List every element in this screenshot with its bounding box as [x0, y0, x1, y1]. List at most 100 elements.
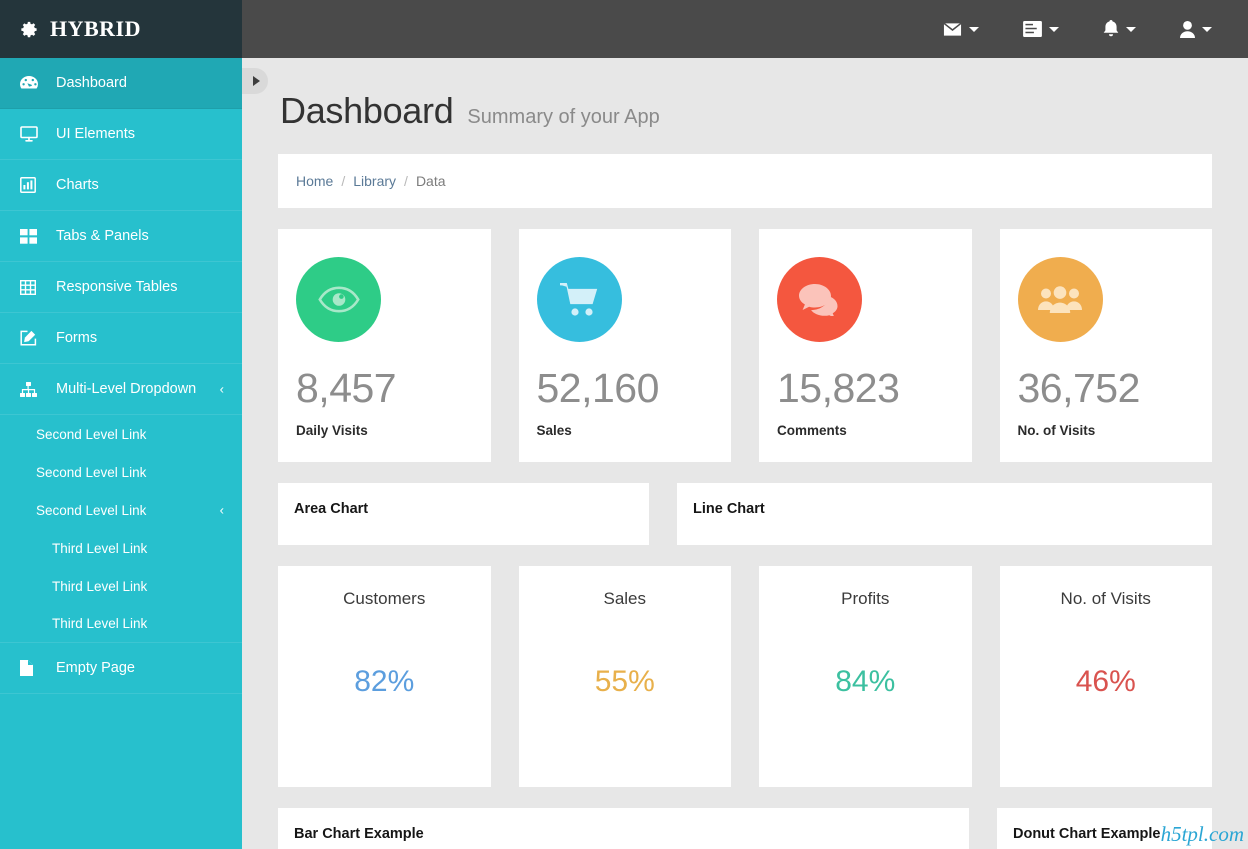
breadcrumb: Home / Library / Data	[278, 154, 1212, 208]
user-dropdown[interactable]	[1158, 0, 1234, 58]
info-box-value: 8,457	[296, 368, 473, 409]
chevron-left-icon: ‹	[220, 383, 224, 396]
sidebar-subitem-second-level-3[interactable]: Second Level Link ‹	[0, 491, 242, 529]
sidebar-subitem-second-level-2[interactable]: Second Level Link	[0, 453, 242, 491]
notifications-dropdown[interactable]	[1081, 0, 1158, 58]
edit-icon	[20, 330, 42, 346]
sidebar-item-dashboard[interactable]: Dashboard	[0, 58, 242, 109]
breadcrumb-library[interactable]: Library	[353, 173, 396, 189]
info-box-sales: 52,160 Sales	[519, 229, 732, 462]
chevron-down-icon	[969, 27, 979, 32]
percent-card-row: Customers 82% Sales 55% Profits 84% No. …	[278, 566, 1212, 787]
dashboard-page: HYBRID	[0, 0, 1248, 849]
sidebar-item-responsive-tables[interactable]: Responsive Tables	[0, 262, 242, 313]
sidebar-subitem-second-level-1[interactable]: Second Level Link	[0, 415, 242, 453]
percent-card-value: 84%	[759, 665, 972, 699]
sidebar-subitem-third-level-3[interactable]: Third Level Link	[0, 605, 242, 643]
users-icon	[1038, 286, 1082, 314]
chevron-right-icon	[253, 76, 260, 86]
sidebar-item-empty-page[interactable]: Empty Page	[0, 643, 242, 694]
gear-icon	[20, 20, 39, 39]
sidebar-item-label: Dashboard	[56, 76, 127, 91]
bottom-panel-row: Bar Chart Example Donut Chart Example	[278, 808, 1212, 849]
sidebar-subitem-label: Second Level Link	[36, 427, 146, 442]
envelope-icon	[943, 22, 962, 37]
comments-icon	[799, 284, 841, 316]
main-content: Dashboard Summary of your App Home / Lib…	[242, 58, 1248, 849]
file-icon	[20, 660, 42, 676]
sidebar-item-tabs-panels[interactable]: Tabs & Panels	[0, 211, 242, 262]
brand-name: HYBRID	[50, 16, 141, 42]
panel-title: Donut Chart Example	[997, 808, 1212, 842]
percent-card-customers: Customers 82%	[278, 566, 491, 787]
panel-donut-chart-example: Donut Chart Example	[997, 808, 1212, 849]
tasks-dropdown[interactable]	[1001, 0, 1081, 58]
breadcrumb-current: Data	[416, 173, 446, 189]
dashboard-icon	[20, 76, 42, 90]
sidebar-item-label: Charts	[56, 178, 99, 193]
sidebar-item-charts[interactable]: Charts	[0, 160, 242, 211]
percent-card-title: No. of Visits	[1000, 589, 1213, 609]
chevron-down-icon	[1049, 27, 1059, 32]
tabs-icon	[20, 229, 42, 244]
desktop-icon	[20, 126, 42, 142]
page-header: Dashboard Summary of your App	[278, 58, 1212, 154]
sidebar-subitem-label: Third Level Link	[52, 579, 147, 594]
top-navigation-items	[242, 0, 1248, 58]
user-icon	[1180, 21, 1195, 38]
sidebar-item-label: Responsive Tables	[56, 280, 177, 295]
sidebar-subitem-third-level-2[interactable]: Third Level Link	[0, 567, 242, 605]
brand-logo[interactable]: HYBRID	[0, 0, 242, 58]
info-box-icon-circle	[537, 257, 622, 342]
sidebar-subitem-label: Second Level Link	[36, 465, 146, 480]
info-box-label: Comments	[777, 423, 954, 438]
panel-title: Line Chart	[677, 483, 1212, 517]
sidebar-item-label: Empty Page	[56, 661, 135, 676]
chevron-down-icon	[1202, 27, 1212, 32]
percent-card-value: 46%	[1000, 665, 1213, 699]
bell-icon	[1103, 20, 1119, 38]
percent-card-profits: Profits 84%	[759, 566, 972, 787]
page-title: Dashboard	[280, 90, 453, 132]
info-box-value: 15,823	[777, 368, 954, 409]
percent-card-sales: Sales 55%	[519, 566, 732, 787]
percent-card-title: Sales	[519, 589, 732, 609]
sidebar-subitem-third-level-1[interactable]: Third Level Link	[0, 529, 242, 567]
percent-card-title: Customers	[278, 589, 491, 609]
chart-panel-row: Area Chart Line Chart	[278, 483, 1212, 545]
info-box-icon-circle	[296, 257, 381, 342]
panel-title: Area Chart	[278, 483, 649, 517]
info-box-row: 8,457 Daily Visits 52,160 Sales	[278, 229, 1212, 462]
sidebar-item-ui-elements[interactable]: UI Elements	[0, 109, 242, 160]
sidebar-item-forms[interactable]: Forms	[0, 313, 242, 364]
chevron-left-icon: ‹	[220, 504, 224, 517]
info-box-value: 36,752	[1018, 368, 1195, 409]
breadcrumb-home[interactable]: Home	[296, 173, 333, 189]
percent-card-value: 55%	[519, 665, 732, 699]
sidebar-collapse-toggle[interactable]	[242, 68, 268, 94]
breadcrumb-separator: /	[404, 173, 408, 189]
percent-card-no-of-visits: No. of Visits 46%	[1000, 566, 1213, 787]
info-box-label: Daily Visits	[296, 423, 473, 438]
info-box-no-of-visits: 36,752 No. of Visits	[1000, 229, 1213, 462]
sidebar-item-label: Forms	[56, 331, 97, 346]
cart-icon	[560, 283, 598, 317]
panel-line-chart: Line Chart	[677, 483, 1212, 545]
sidebar-item-label: Tabs & Panels	[56, 229, 149, 244]
sidebar-subitem-label: Third Level Link	[52, 616, 147, 631]
messages-dropdown[interactable]	[921, 0, 1001, 58]
info-box-icon-circle	[777, 257, 862, 342]
info-box-icon-circle	[1018, 257, 1103, 342]
sidebar-subitem-label: Second Level Link	[36, 503, 146, 518]
info-box-label: Sales	[537, 423, 714, 438]
chevron-down-icon	[1126, 27, 1136, 32]
panel-bar-chart-example: Bar Chart Example	[278, 808, 969, 849]
info-box-comments: 15,823 Comments	[759, 229, 972, 462]
info-box-label: No. of Visits	[1018, 423, 1195, 438]
eye-icon	[318, 286, 360, 313]
sidebar-item-multi-level-dropdown[interactable]: Multi-Level Dropdown ‹	[0, 364, 242, 415]
breadcrumb-separator: /	[341, 173, 345, 189]
top-navigation-bar: HYBRID	[0, 0, 1248, 58]
info-box-daily-visits: 8,457 Daily Visits	[278, 229, 491, 462]
panel-title: Bar Chart Example	[278, 808, 969, 842]
